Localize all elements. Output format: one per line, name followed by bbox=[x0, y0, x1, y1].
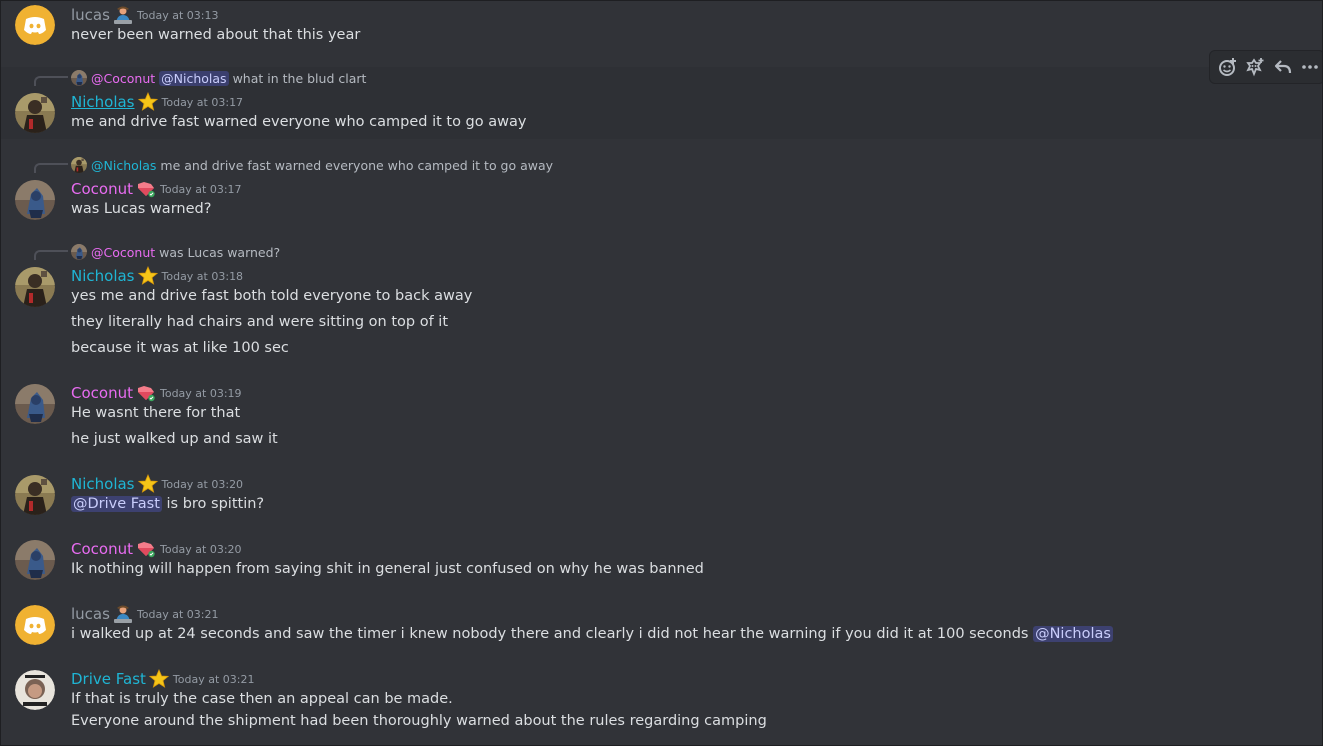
avatar[interactable] bbox=[15, 267, 55, 307]
add-reaction-button[interactable] bbox=[1214, 51, 1242, 83]
message-text: me and drive fast warned everyone who ca… bbox=[71, 114, 527, 130]
discord-logo-icon bbox=[15, 5, 55, 45]
message-text-row: @Drive Fast is bro spittin? bbox=[71, 496, 264, 512]
reply-preview[interactable]: @Coconut @Nicholas what in the blud clar… bbox=[71, 70, 366, 86]
message-lucas-1: lucas Today at 03:13 never been warned a… bbox=[0, 0, 1321, 62]
message-coconut-3: Coconut Today at 03:20 Ik nothing will h… bbox=[0, 538, 1321, 588]
reply-avatar bbox=[71, 244, 87, 260]
message-actions-toolbar bbox=[1209, 50, 1323, 84]
gem-emoji-icon bbox=[136, 179, 156, 199]
username[interactable]: Coconut bbox=[71, 180, 133, 198]
avatar[interactable] bbox=[15, 384, 55, 424]
message-text: because it was at like 100 sec bbox=[71, 340, 289, 356]
star-emoji-icon bbox=[138, 474, 158, 494]
message-nicholas-3: Nicholas Today at 03:20 @Drive Fast is b… bbox=[0, 473, 1321, 523]
avatar[interactable] bbox=[15, 475, 55, 515]
reply-icon bbox=[1274, 60, 1291, 74]
avatar[interactable] bbox=[15, 5, 55, 45]
user-mention[interactable]: @Nicholas bbox=[1033, 626, 1113, 642]
message-text: Everyone around the shipment had been th… bbox=[71, 713, 767, 729]
user-mention[interactable]: @Drive Fast bbox=[71, 496, 162, 512]
avatar[interactable] bbox=[15, 180, 55, 220]
avatar[interactable] bbox=[15, 540, 55, 580]
message-coconut-1: @Nicholas me and drive fast warned every… bbox=[0, 154, 1321, 226]
message-text: i walked up at 24 seconds and saw the ti… bbox=[71, 626, 1029, 642]
reply-author[interactable]: @Coconut bbox=[91, 245, 155, 260]
gem-emoji-icon bbox=[136, 539, 156, 559]
gem-emoji-icon bbox=[136, 383, 156, 403]
message-text: yes me and drive fast both told everyone… bbox=[71, 288, 473, 304]
timestamp: Today at 03:13 bbox=[136, 8, 219, 22]
message-text: never been warned about that this year bbox=[71, 27, 361, 43]
timestamp: Today at 03:19 bbox=[159, 386, 242, 400]
timestamp: Today at 03:21 bbox=[172, 672, 255, 686]
username[interactable]: lucas bbox=[71, 605, 110, 623]
more-icon bbox=[1302, 65, 1319, 69]
message-nicholas-2: @Coconut was Lucas warned? Nicholas Toda… bbox=[0, 241, 1321, 366]
username[interactable]: Nicholas bbox=[71, 93, 135, 111]
reply-spine bbox=[34, 76, 68, 86]
message-text: they literally had chairs and were sitti… bbox=[71, 314, 448, 330]
message-text: He wasnt there for that bbox=[71, 405, 241, 421]
message-text: he just walked up and saw it bbox=[71, 431, 278, 447]
timestamp: Today at 03:18 bbox=[161, 269, 244, 283]
message-coconut-2: Coconut Today at 03:19 He wasnt there fo… bbox=[0, 382, 1321, 456]
star-emoji-icon bbox=[149, 669, 169, 689]
reply-avatar bbox=[71, 157, 87, 173]
star-emoji-icon bbox=[138, 92, 158, 112]
reply-preview[interactable]: @Nicholas me and drive fast warned every… bbox=[71, 157, 553, 173]
message-text-row: i walked up at 24 seconds and saw the ti… bbox=[71, 626, 1113, 642]
message-lucas-2: lucas Today at 03:21 i walked up at 24 s… bbox=[0, 603, 1321, 653]
reply-text: was Lucas warned? bbox=[159, 244, 281, 260]
timestamp: Today at 03:20 bbox=[159, 542, 242, 556]
username[interactable]: Coconut bbox=[71, 384, 133, 402]
add-reaction-icon bbox=[1218, 58, 1236, 76]
reply-avatar bbox=[71, 70, 87, 86]
message-text: If that is truly the case then an appeal… bbox=[71, 691, 453, 707]
timestamp: Today at 03:17 bbox=[159, 182, 242, 196]
person-emoji-icon bbox=[113, 604, 133, 624]
reply-text: me and drive fast warned everyone who ca… bbox=[160, 157, 554, 173]
username[interactable]: Nicholas bbox=[71, 267, 135, 285]
timestamp: Today at 03:20 bbox=[161, 477, 244, 491]
username[interactable]: Coconut bbox=[71, 540, 133, 558]
reply-button[interactable] bbox=[1269, 51, 1297, 83]
discord-logo-icon bbox=[15, 605, 55, 645]
reply-text: what in the blud clart bbox=[232, 70, 367, 86]
username[interactable]: Nicholas bbox=[71, 475, 135, 493]
message-text: is bro spittin? bbox=[166, 496, 265, 512]
reply-spine bbox=[34, 250, 68, 260]
reply-spine bbox=[34, 163, 68, 173]
avatar[interactable] bbox=[15, 93, 55, 133]
reply-author[interactable]: @Nicholas bbox=[91, 158, 156, 173]
super-reaction-button[interactable] bbox=[1242, 51, 1270, 83]
person-emoji-icon bbox=[113, 5, 133, 25]
super-reaction-icon bbox=[1246, 58, 1264, 77]
message-text: was Lucas warned? bbox=[71, 201, 212, 217]
username[interactable]: Drive Fast bbox=[71, 670, 146, 688]
timestamp: Today at 03:21 bbox=[136, 607, 219, 621]
message-nicholas-1: @Coconut @Nicholas what in the blud clar… bbox=[0, 67, 1321, 139]
message-drivefast-1: Drive Fast Today at 03:21 If that is tru… bbox=[0, 668, 1321, 744]
avatar[interactable] bbox=[15, 605, 55, 645]
username[interactable]: lucas bbox=[71, 6, 110, 24]
reply-mention[interactable]: @Nicholas bbox=[159, 70, 229, 86]
reply-preview[interactable]: @Coconut was Lucas warned? bbox=[71, 244, 280, 260]
reply-author[interactable]: @Coconut bbox=[91, 71, 155, 86]
message-text: Ik nothing will happen from saying shit … bbox=[71, 561, 704, 577]
more-button[interactable] bbox=[1297, 51, 1323, 83]
timestamp: Today at 03:17 bbox=[161, 95, 244, 109]
star-emoji-icon bbox=[138, 266, 158, 286]
avatar[interactable] bbox=[15, 670, 55, 710]
